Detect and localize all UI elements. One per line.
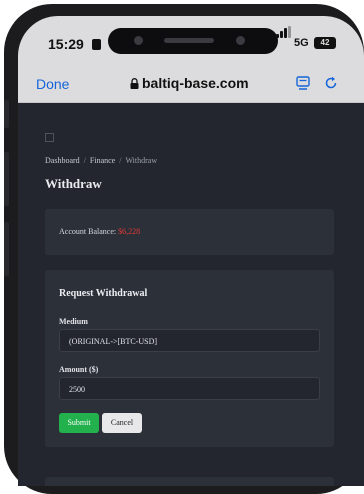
camera-dot <box>236 36 245 45</box>
menu-icon[interactable] <box>45 133 54 142</box>
withdrawal-form-card: Request Withdrawal Medium (ORIGINAL->[BT… <box>45 270 334 447</box>
balance-label: Account Balance: <box>59 227 117 236</box>
battery-icon: 42 <box>314 37 336 49</box>
next-card <box>45 477 334 486</box>
volume-down-button <box>4 222 9 276</box>
reload-icon[interactable] <box>324 76 338 90</box>
dynamic-island <box>108 28 278 54</box>
volume-up-button <box>4 152 9 206</box>
browser-url-bar: Done baltiq-base.com <box>18 64 364 103</box>
cancel-button[interactable]: Cancel <box>102 413 142 433</box>
phone-frame: 15:29 5G 42 Done baltiq-base.com Dashboa… <box>4 4 364 494</box>
breadcrumb-dashboard[interactable]: Dashboard <box>45 156 80 165</box>
breadcrumb-separator: / <box>83 156 86 165</box>
breadcrumb-finance[interactable]: Finance <box>90 156 115 165</box>
battery-level: 42 <box>320 38 330 47</box>
speaker-grille <box>164 38 214 43</box>
done-button[interactable]: Done <box>36 76 69 92</box>
breadcrumb: Dashboard / Finance / Withdraw <box>45 156 157 165</box>
reader-mode-icon[interactable] <box>296 76 310 90</box>
breadcrumb-separator: / <box>119 156 122 165</box>
medium-select[interactable]: (ORIGINAL->[BTC-USD] <box>59 329 320 352</box>
url-text[interactable]: baltiq-base.com <box>142 75 249 91</box>
balance-card: Account Balance: $6,228 <box>45 209 334 255</box>
breadcrumb-withdraw: Withdraw <box>125 156 158 165</box>
form-title: Request Withdrawal <box>59 288 148 299</box>
focus-badge-icon <box>92 39 101 50</box>
sensor-dot <box>134 36 143 45</box>
medium-label: Medium <box>59 317 88 326</box>
lock-icon <box>130 78 139 89</box>
balance-row: Account Balance: $6,228 <box>59 227 140 236</box>
amount-input[interactable]: 2500 <box>59 377 320 400</box>
status-time: 15:29 <box>48 36 84 52</box>
amount-label: Amount ($) <box>59 365 99 374</box>
submit-button[interactable]: Submit <box>59 413 99 433</box>
page-content: Dashboard / Finance / Withdraw Withdraw Acco… <box>18 103 364 486</box>
page-title: Withdraw <box>45 176 102 191</box>
balance-value: $6,228 <box>118 227 141 236</box>
network-type: 5G <box>294 37 309 49</box>
mute-switch <box>4 100 9 128</box>
phone-screen: 15:29 5G 42 Done baltiq-base.com Dashboa… <box>18 16 364 486</box>
status-bar: 15:29 5G 42 <box>18 16 364 64</box>
